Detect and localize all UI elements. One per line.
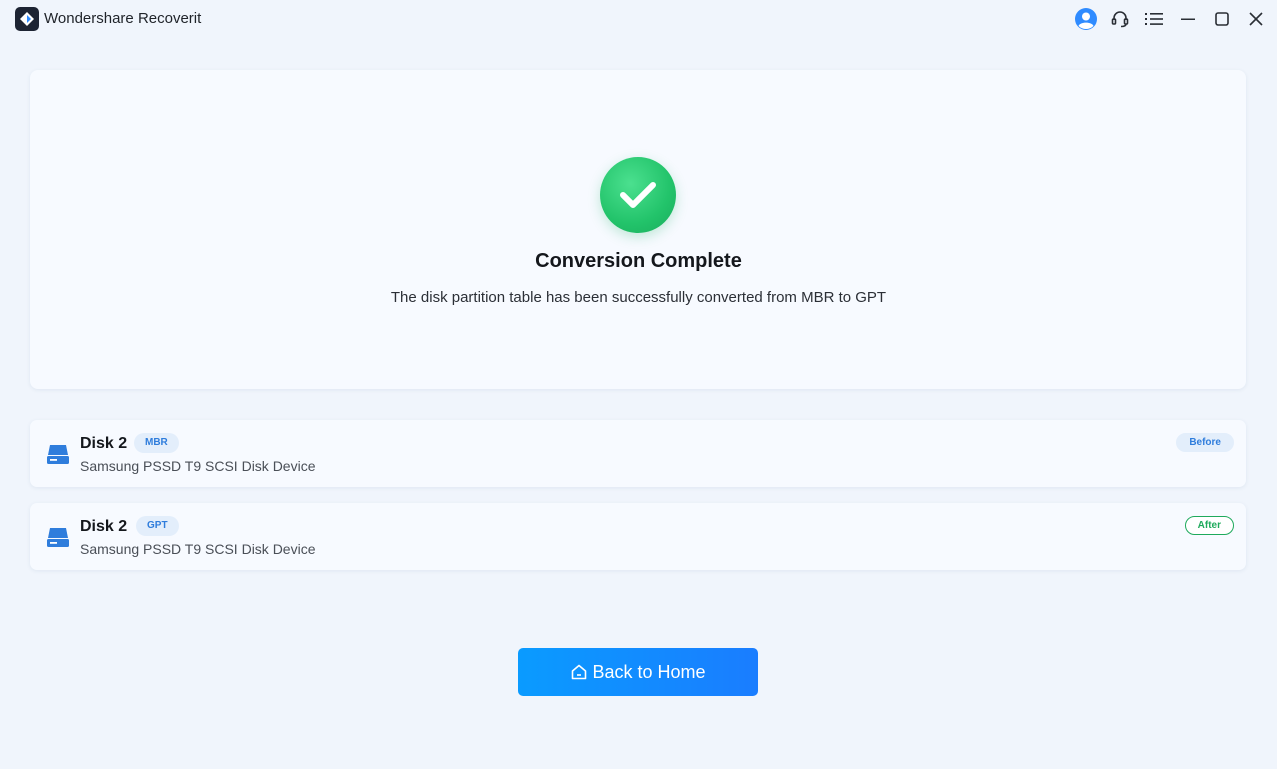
disk-description: Samsung PSSD T9 SCSI Disk Device	[80, 458, 316, 474]
hard-drive-icon	[47, 445, 69, 464]
home-icon	[572, 664, 587, 680]
disk-description: Samsung PSSD T9 SCSI Disk Device	[80, 541, 316, 557]
app-logo-icon	[15, 7, 39, 31]
maximize-icon[interactable]	[1209, 6, 1235, 32]
title-bar: Wondershare Recoverit	[0, 0, 1277, 38]
check-icon	[600, 157, 676, 233]
headset-support-icon[interactable]	[1107, 6, 1133, 32]
disk-card-after: Disk 2 GPT Samsung PSSD T9 SCSI Disk Dev…	[30, 503, 1246, 570]
back-to-home-label: Back to Home	[592, 661, 706, 682]
state-badge-before: Before	[1176, 433, 1234, 452]
hard-drive-icon	[47, 528, 69, 547]
result-message: The disk partition table has been succes…	[390, 289, 887, 306]
user-avatar-icon[interactable]	[1073, 6, 1099, 32]
disk-card-before: Disk 2 MBR Samsung PSSD T9 SCSI Disk Dev…	[30, 420, 1246, 487]
minimize-icon[interactable]	[1175, 6, 1201, 32]
state-badge-after: After	[1184, 516, 1234, 535]
app-title: Wondershare Recoverit	[44, 10, 202, 27]
disk-name: Disk 2	[80, 435, 128, 452]
menu-icon[interactable]	[1141, 6, 1167, 32]
back-to-home-button[interactable]: Back to Home	[518, 648, 758, 696]
partition-badge: GPT	[136, 516, 179, 536]
close-icon[interactable]	[1243, 6, 1269, 32]
result-headline: Conversion Complete	[535, 250, 742, 272]
partition-badge: MBR	[134, 433, 179, 453]
disk-name: Disk 2	[80, 518, 128, 535]
